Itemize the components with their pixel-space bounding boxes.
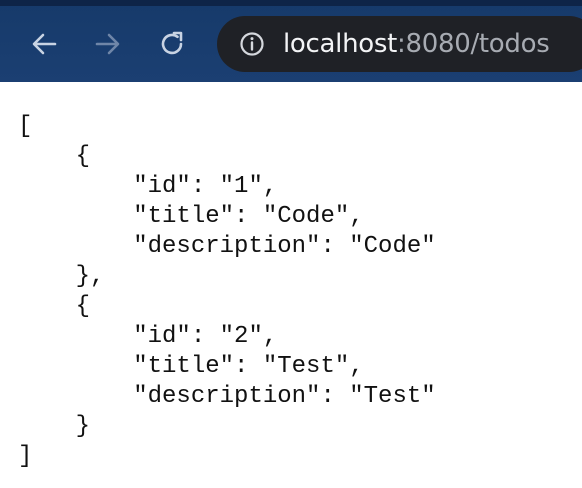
info-circle-icon[interactable] <box>239 31 265 57</box>
json-line: "id": "2", <box>18 323 278 350</box>
url-host: localhost <box>283 29 398 59</box>
json-line: { <box>18 143 91 170</box>
arrow-right-icon <box>95 33 120 55</box>
back-button[interactable] <box>24 24 64 64</box>
reload-button[interactable] <box>152 24 192 64</box>
json-line: } <box>18 413 91 440</box>
json-line: [ <box>18 113 33 140</box>
json-line: "id": "1", <box>18 173 278 200</box>
json-line: { <box>18 293 91 320</box>
url-text: localhost:8080/todos <box>283 29 550 59</box>
json-line: "title": "Code", <box>18 203 364 230</box>
json-line: "description": "Code" <box>18 233 436 260</box>
toolbar-top-edge <box>0 0 582 6</box>
address-bar[interactable]: localhost:8080/todos <box>217 16 582 72</box>
browser-toolbar: localhost:8080/todos <box>0 0 582 82</box>
json-line: ] <box>18 443 33 470</box>
forward-button[interactable] <box>88 24 128 64</box>
json-response-body: [ { "id": "1", "title": "Code", "descrip… <box>18 112 578 472</box>
json-line: }, <box>18 263 105 290</box>
url-path: :8080/todos <box>397 29 550 59</box>
json-line: "title": "Test", <box>18 353 364 380</box>
arrow-left-icon <box>32 33 57 55</box>
reload-icon <box>161 31 183 55</box>
json-line: "description": "Test" <box>18 383 436 410</box>
